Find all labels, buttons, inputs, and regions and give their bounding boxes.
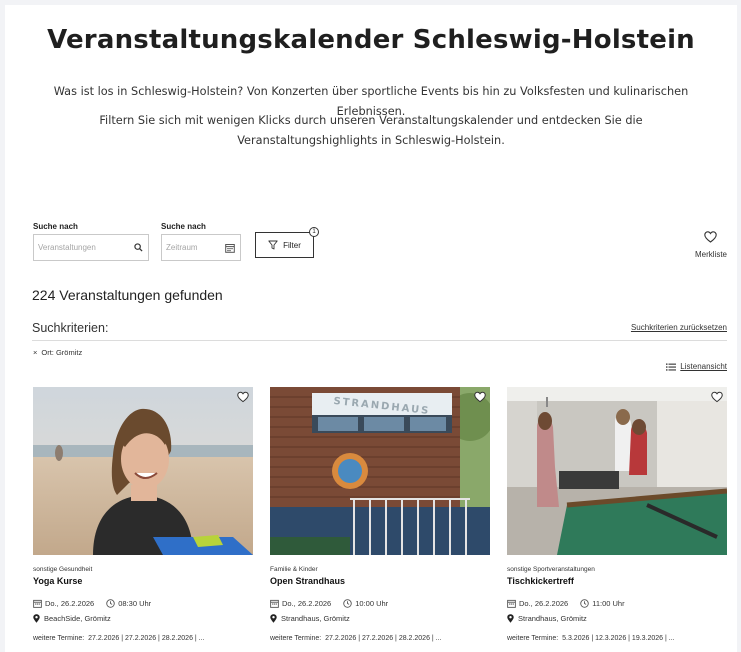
filter-icon: [268, 240, 278, 250]
clock-icon: [580, 599, 589, 608]
event-time: 08:30 Uhr: [118, 599, 152, 608]
more-dates-values[interactable]: 5.3.2026 | 12.3.2026 | 19.3.2026 | ...: [562, 635, 675, 642]
event-date: Do., 26.2.2026: [519, 599, 569, 608]
reset-criteria-link[interactable]: Suchkriterien zurücksetzen: [631, 323, 727, 332]
more-dates-label: weitere Termine:: [270, 635, 322, 642]
page: Veranstaltungskalender Schleswig-Holstei…: [5, 5, 737, 652]
event-image: [507, 387, 727, 555]
clock-icon: [106, 599, 115, 608]
watchlist-label: Merkliste: [694, 250, 727, 259]
event-search-group: Suche nach: [33, 222, 149, 261]
event-search-box[interactable]: [33, 234, 149, 261]
event-datetime: Do., 26.2.2026 10:00 Uhr: [270, 599, 490, 608]
more-dates-values[interactable]: 27.2.2026 | 27.2.2026 | 28.2.2026 | ...: [325, 635, 441, 642]
event-datetime: Do., 26.2.2026 08:30 Uhr: [33, 599, 253, 608]
divider: [32, 340, 727, 341]
period-search-input[interactable]: [166, 243, 222, 252]
event-location-label: BeachSide, Grömitz: [44, 614, 111, 623]
event-title[interactable]: Yoga Kurse: [33, 576, 253, 586]
location-pin-icon: [33, 614, 40, 623]
event-category: sonstige Sportveranstaltungen: [507, 566, 595, 573]
filter-label: Filter: [283, 240, 301, 250]
event-time: 10:00 Uhr: [355, 599, 389, 608]
more-dates: weitere Termine: 27.2.2026 | 27.2.2026 |…: [33, 635, 253, 642]
event-title[interactable]: Open Strandhaus: [270, 576, 490, 586]
event-location: Strandhaus, Grömitz: [507, 614, 727, 623]
list-icon: [666, 363, 677, 371]
list-view-toggle[interactable]: Listenansicht: [666, 362, 727, 371]
event-image: [33, 387, 253, 555]
close-icon[interactable]: ×: [33, 348, 37, 357]
event-image: STRANDHAUS: [270, 387, 490, 555]
heart-icon[interactable]: [237, 390, 249, 403]
event-card[interactable]: sonstige Gesundheit Yoga Kurse Do., 26.2…: [33, 387, 253, 642]
event-category: Familie & Kinder: [270, 566, 318, 573]
event-search-label: Suche nach: [33, 222, 78, 231]
list-view-label: Listenansicht: [680, 362, 727, 371]
event-category: sonstige Gesundheit: [33, 566, 93, 573]
event-datetime: Do., 26.2.2026 11:00 Uhr: [507, 599, 727, 608]
heart-icon[interactable]: [474, 390, 486, 403]
active-filter-label: Ort: Grömitz: [41, 348, 83, 357]
period-search-label: Suche nach: [161, 222, 206, 231]
more-dates-label: weitere Termine:: [33, 635, 85, 642]
period-search-box[interactable]: [161, 234, 241, 261]
calendar-icon[interactable]: [225, 243, 235, 253]
location-pin-icon: [270, 614, 277, 623]
more-dates-label: weitere Termine:: [507, 635, 559, 642]
more-dates: weitere Termine: 27.2.2026 | 27.2.2026 |…: [270, 635, 490, 642]
more-dates: weitere Termine: 5.3.2026 | 12.3.2026 | …: [507, 635, 727, 642]
clock-icon: [343, 599, 352, 608]
event-card[interactable]: STRANDHAUS Familie & Kinder Open Strandh…: [270, 387, 490, 642]
result-count: 224 Veranstaltungen gefunden: [32, 287, 223, 303]
event-search-input[interactable]: [38, 243, 122, 252]
criteria-title: Suchkriterien:: [32, 321, 109, 335]
calendar-icon: [507, 599, 516, 608]
event-date: Do., 26.2.2026: [282, 599, 332, 608]
calendar-icon: [270, 599, 279, 608]
event-card[interactable]: sonstige Sportveranstaltungen Tischkicke…: [507, 387, 727, 642]
period-search-group: Suche nach: [161, 222, 241, 261]
calendar-icon: [33, 599, 42, 608]
more-dates-values[interactable]: 27.2.2026 | 27.2.2026 | 28.2.2026 | ...: [88, 635, 204, 642]
heart-icon: [704, 231, 718, 243]
active-filter-chip[interactable]: × Ort: Grömitz: [33, 348, 82, 357]
event-location-label: Strandhaus, Grömitz: [281, 614, 350, 623]
page-title: Veranstaltungskalender Schleswig-Holstei…: [47, 25, 695, 55]
intro-text-filter: Filtern Sie sich mit wenigen Klicks durc…: [99, 114, 643, 147]
event-date: Do., 26.2.2026: [45, 599, 95, 608]
event-location-label: Strandhaus, Grömitz: [518, 614, 587, 623]
watchlist-button[interactable]: Merkliste: [695, 230, 727, 259]
filter-button[interactable]: Filter 1: [255, 227, 319, 258]
heart-icon[interactable]: [711, 390, 723, 403]
event-location: Strandhaus, Grömitz: [270, 614, 490, 623]
event-title[interactable]: Tischkickertreff: [507, 576, 727, 586]
search-icon[interactable]: [134, 243, 143, 252]
filter-count-badge: 1: [309, 227, 319, 237]
location-pin-icon: [507, 614, 514, 623]
event-time: 11:00 Uhr: [592, 599, 625, 608]
event-location: BeachSide, Grömitz: [33, 614, 253, 623]
